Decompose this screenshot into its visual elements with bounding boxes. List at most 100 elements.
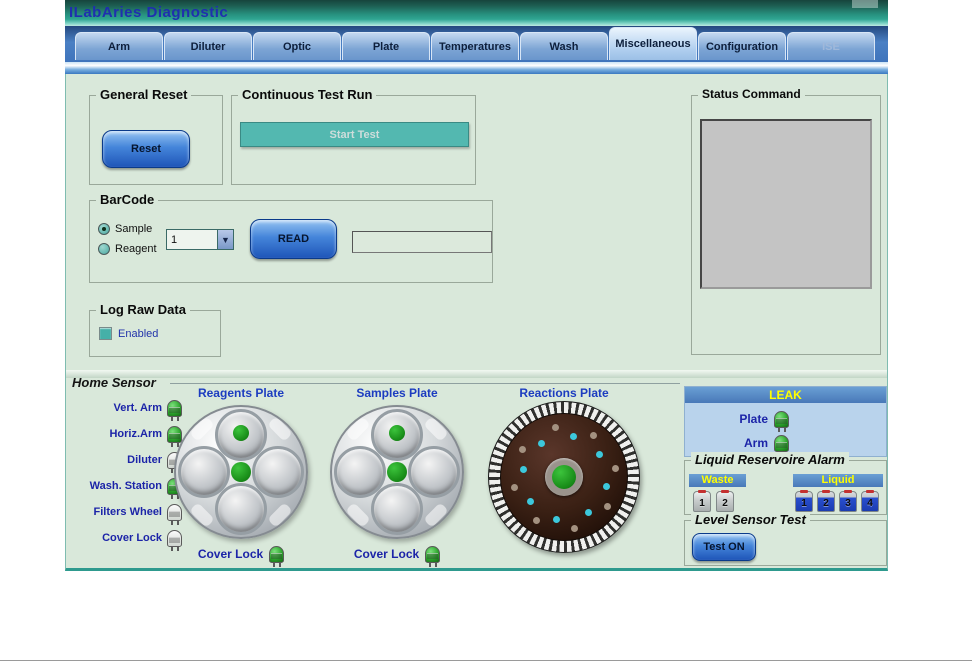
sample-radio-button[interactable] — [98, 223, 110, 235]
reaction-position-dot — [526, 497, 534, 505]
leak-header: LEAK — [685, 387, 886, 403]
reaction-position-dot — [511, 484, 519, 492]
horiz-arm-led-icon — [167, 425, 182, 447]
leak-arm-led-icon — [774, 434, 789, 456]
position-indicator-dot — [233, 425, 249, 441]
log-raw-data-group: Log Raw Data Enabled — [89, 302, 221, 357]
reactions-plate-hub — [545, 458, 583, 496]
leak-row-plate: Plate — [699, 409, 789, 432]
vert-arm-led-icon — [167, 399, 182, 421]
reaction-position-dot — [596, 451, 604, 459]
reagents-cover-lock-led-icon — [269, 545, 285, 567]
reaction-position-dot — [519, 446, 527, 454]
plate-highlight — [189, 502, 215, 528]
samples-plate — [330, 405, 464, 539]
reagent-radio[interactable]: Reagent — [98, 243, 157, 255]
log-raw-data-title: Log Raw Data — [96, 302, 190, 317]
reagents-cover-lock: Cover Lock — [161, 544, 321, 567]
liquid-tank-4: 4 — [861, 490, 879, 512]
plate-highlight — [345, 416, 371, 442]
reaction-position-dot — [584, 509, 592, 517]
liquid-header: Liquid — [793, 474, 883, 487]
client-area: General Reset Reset Continuous Test Run … — [65, 74, 888, 571]
reaction-position-dot — [553, 515, 561, 523]
sensor-label: Cover Lock — [102, 532, 162, 544]
plate-highlight — [423, 416, 449, 442]
leak-panel: LEAK Plate Arm — [684, 386, 887, 457]
app-window: ILabAries Diagnostic Arm Diluter Optic P… — [65, 0, 888, 571]
reagent-radio-label: Reagent — [115, 243, 157, 255]
chevron-down-icon[interactable]: ▼ — [217, 230, 233, 249]
samples-cover-lock: Cover Lock — [317, 544, 477, 567]
reactions-plate-title: Reactions Plate — [519, 386, 609, 400]
leak-arm-label: Arm — [743, 436, 768, 450]
level-sensor-test-group: Level Sensor Test Test ON — [684, 512, 887, 566]
reaction-position-dot — [520, 466, 528, 474]
read-button[interactable]: READ — [250, 219, 337, 259]
status-command-group: Status Command — [691, 87, 881, 355]
barcode-result-field[interactable] — [352, 231, 492, 253]
sensor-row-filters-wheel: Filters Wheel — [70, 502, 182, 525]
tab-ise[interactable]: ISE — [787, 32, 875, 60]
liquid-tank-3: 3 — [839, 490, 857, 512]
reaction-position-dot — [603, 502, 611, 510]
samples-cover-lock-led-icon — [425, 545, 441, 567]
liquid-reservoir-title: Liquid Reservoire Alarm — [691, 452, 849, 467]
reaction-position-dot — [602, 482, 610, 490]
filters-wheel-led-icon — [167, 503, 182, 525]
test-on-button[interactable]: Test ON — [692, 533, 756, 561]
tab-temperatures[interactable]: Temperatures — [431, 32, 519, 60]
sensor-label: Filters Wheel — [93, 506, 162, 518]
tab-configuration[interactable]: Configuration — [698, 32, 786, 60]
reaction-position-dot — [589, 432, 597, 440]
sensor-label: Wash. Station — [89, 480, 162, 492]
waste-tank-2: 2 — [716, 490, 734, 512]
home-sensor-title: Home Sensor — [72, 375, 156, 390]
tab-miscellaneous[interactable]: Miscellaneous — [609, 27, 697, 60]
plate-highlight — [423, 502, 449, 528]
tab-optic[interactable]: Optic — [253, 32, 341, 60]
status-command-title: Status Command — [698, 87, 805, 101]
tab-diluter[interactable]: Diluter — [164, 32, 252, 60]
liquid-tank-2: 2 — [817, 490, 835, 512]
liquid-reservoir-group: Liquid Reservoire Alarm Waste 1 2 Liquid… — [684, 452, 887, 515]
reagents-plate — [174, 405, 308, 539]
reaction-position-dot — [551, 424, 559, 432]
reactions-center-dot — [552, 465, 576, 489]
cover-lock-label: Cover Lock — [197, 547, 264, 561]
sample-radio-label: Sample — [115, 223, 153, 235]
tab-plate[interactable]: Plate — [342, 32, 430, 60]
reagents-well-bottom — [215, 483, 267, 535]
position-indicator-dot — [389, 425, 405, 441]
samples-plate-title: Samples Plate — [356, 386, 438, 400]
home-sensor-line — [170, 383, 680, 384]
waste-header: Waste — [689, 474, 746, 487]
tab-arm[interactable]: Arm — [75, 32, 163, 60]
sensor-row-diluter: Diluter — [70, 450, 182, 473]
reagents-plate-title: Reagents Plate — [197, 386, 285, 400]
general-reset-title: General Reset — [96, 87, 192, 102]
sample-radio[interactable]: Sample — [98, 223, 152, 235]
general-reset-group: General Reset Reset — [89, 87, 223, 185]
status-command-list[interactable] — [700, 119, 872, 289]
window-control[interactable] — [852, 0, 878, 8]
leak-row-arm: Arm — [699, 433, 789, 456]
continuous-test-run-title: Continuous Test Run — [238, 87, 377, 102]
reactions-plate-gear-ring — [488, 401, 640, 553]
center-indicator-dot — [387, 462, 407, 482]
start-test-button[interactable]: Start Test — [240, 122, 469, 147]
reagent-radio-button[interactable] — [98, 243, 110, 255]
enabled-checkbox-row[interactable]: Enabled — [99, 327, 158, 340]
sensor-label: Diluter — [127, 454, 162, 466]
barcode-title: BarCode — [96, 192, 159, 207]
enabled-checkbox[interactable] — [99, 327, 112, 340]
barcode-group: BarCode Sample Reagent 1 ▼ READ — [89, 192, 493, 283]
sensor-row-vert-arm: Vert. Arm — [70, 398, 182, 421]
liquid-tank-1: 1 — [795, 490, 813, 512]
center-indicator-dot — [231, 462, 251, 482]
continuous-test-run-group: Continuous Test Run Start Test — [231, 87, 476, 185]
samples-well-bottom — [371, 483, 423, 535]
barcode-position-dropdown[interactable]: 1 ▼ — [166, 229, 234, 250]
reset-button[interactable]: Reset — [102, 130, 190, 168]
tab-wash[interactable]: Wash — [520, 32, 608, 60]
